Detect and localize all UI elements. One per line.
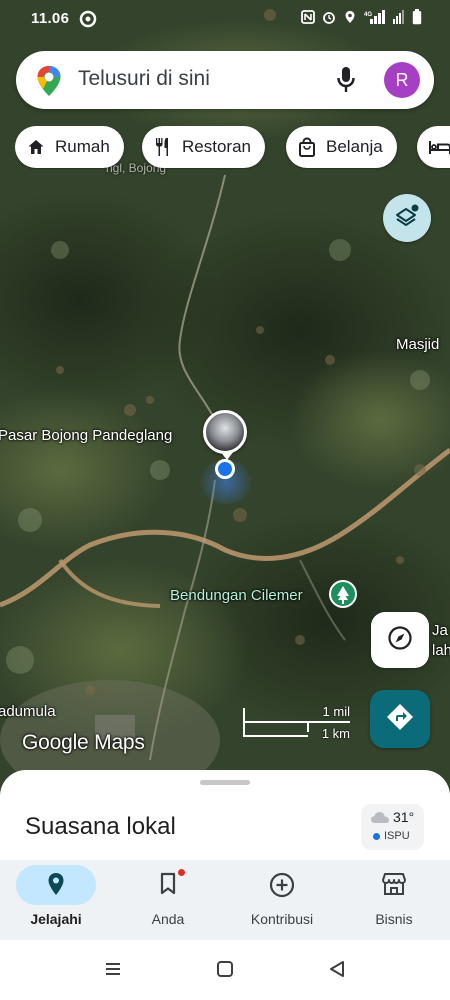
- status-bar: 11.06 4G: [0, 0, 450, 38]
- bookmark-icon: [159, 872, 177, 901]
- notification-badge: [178, 869, 185, 876]
- layers-button[interactable]: [383, 194, 431, 242]
- battery-icon: [412, 9, 422, 29]
- map-label-masjid[interactable]: Masjid: [396, 336, 439, 353]
- directions-button[interactable]: [370, 690, 430, 748]
- nav-label: Anda: [151, 911, 185, 927]
- layers-icon: [394, 203, 420, 234]
- recents-icon[interactable]: [104, 960, 122, 983]
- home-button-icon[interactable]: [216, 960, 234, 983]
- location-sharing-icon: [79, 10, 97, 32]
- scale-bar: 1 mil 1 km: [242, 702, 352, 742]
- home-icon: [27, 138, 45, 156]
- map-label-adumula[interactable]: adumula: [0, 703, 56, 720]
- photo-place-pin[interactable]: [203, 410, 247, 460]
- map-label-ja[interactable]: Ja: [432, 622, 448, 639]
- storefront-icon: [381, 872, 407, 901]
- map-label-bendungan[interactable]: Bendungan Cilemer: [170, 587, 303, 604]
- nav-explore[interactable]: Jelajahi: [0, 860, 112, 940]
- park-marker-icon[interactable]: [329, 580, 357, 615]
- hotel-icon: [429, 139, 450, 155]
- directions-icon: [385, 702, 415, 737]
- nav-business[interactable]: Bisnis: [338, 860, 450, 940]
- alarm-icon: [322, 10, 336, 28]
- bottom-navigation: Jelajahi Anda Kontribusi Bisnis: [0, 860, 450, 940]
- sheet-drag-handle[interactable]: [200, 780, 250, 785]
- my-location-dot: [215, 459, 235, 479]
- google-maps-logo: Google Maps: [22, 731, 145, 754]
- satellite-imagery: [0, 0, 450, 790]
- cloud-icon: [370, 810, 390, 829]
- map-label-pasar[interactable]: Pasar Bojong Pandeglang: [0, 427, 172, 444]
- status-time: 11.06: [31, 10, 70, 27]
- nfc-icon: [301, 10, 315, 28]
- weather-chip[interactable]: 31° ISPU: [361, 804, 424, 850]
- category-chips: Rumah Restoran Belanja: [15, 126, 450, 170]
- compass-icon: [387, 625, 413, 656]
- nav-label: Jelajahi: [30, 911, 82, 927]
- location-icon: [343, 10, 357, 28]
- account-avatar[interactable]: R: [384, 62, 420, 98]
- chip-hotels[interactable]: [417, 126, 450, 168]
- weather-temperature: 31°: [393, 809, 415, 825]
- nav-you[interactable]: Anda: [112, 860, 224, 940]
- chip-restaurants[interactable]: Restoran: [142, 126, 265, 168]
- scale-mile-label: 1 mil: [322, 704, 350, 719]
- add-circle-icon: [269, 872, 295, 903]
- explore-pin-icon: [47, 872, 65, 901]
- restaurant-icon: [154, 137, 172, 157]
- system-navigation-bar: [0, 940, 450, 1000]
- map-label-lah[interactable]: lah: [432, 642, 450, 659]
- nav-label: Kontribusi: [250, 911, 314, 927]
- sheet-title: Suasana lokal: [25, 813, 176, 840]
- aqi-label: ISPU: [384, 830, 410, 842]
- svg-text:4G: 4G: [364, 12, 372, 18]
- chip-label: Restoran: [182, 137, 251, 156]
- shopping-bag-icon: [298, 137, 316, 157]
- map-view[interactable]: ngl, Bojong Masjid Pasar Bojong Pandegla…: [0, 0, 450, 790]
- signal-4g-icon: 4G: [364, 10, 386, 28]
- chip-label: Belanja: [326, 137, 383, 156]
- mic-icon[interactable]: [336, 66, 356, 99]
- chip-shopping[interactable]: Belanja: [286, 126, 397, 168]
- search-bar[interactable]: Telusuri di sini R: [16, 51, 434, 109]
- search-placeholder[interactable]: Telusuri di sini: [78, 67, 210, 91]
- scale-km-label: 1 km: [321, 726, 350, 741]
- google-maps-pin-icon: [36, 65, 62, 102]
- chip-home[interactable]: Rumah: [15, 126, 124, 168]
- back-icon[interactable]: [328, 960, 346, 983]
- nav-label: Bisnis: [375, 911, 413, 927]
- compass-button[interactable]: [371, 612, 429, 668]
- aqi-dot: [373, 833, 380, 840]
- chip-label: Rumah: [55, 137, 110, 156]
- nav-contribute[interactable]: Kontribusi: [226, 860, 338, 940]
- signal-secondary-icon: [393, 10, 405, 28]
